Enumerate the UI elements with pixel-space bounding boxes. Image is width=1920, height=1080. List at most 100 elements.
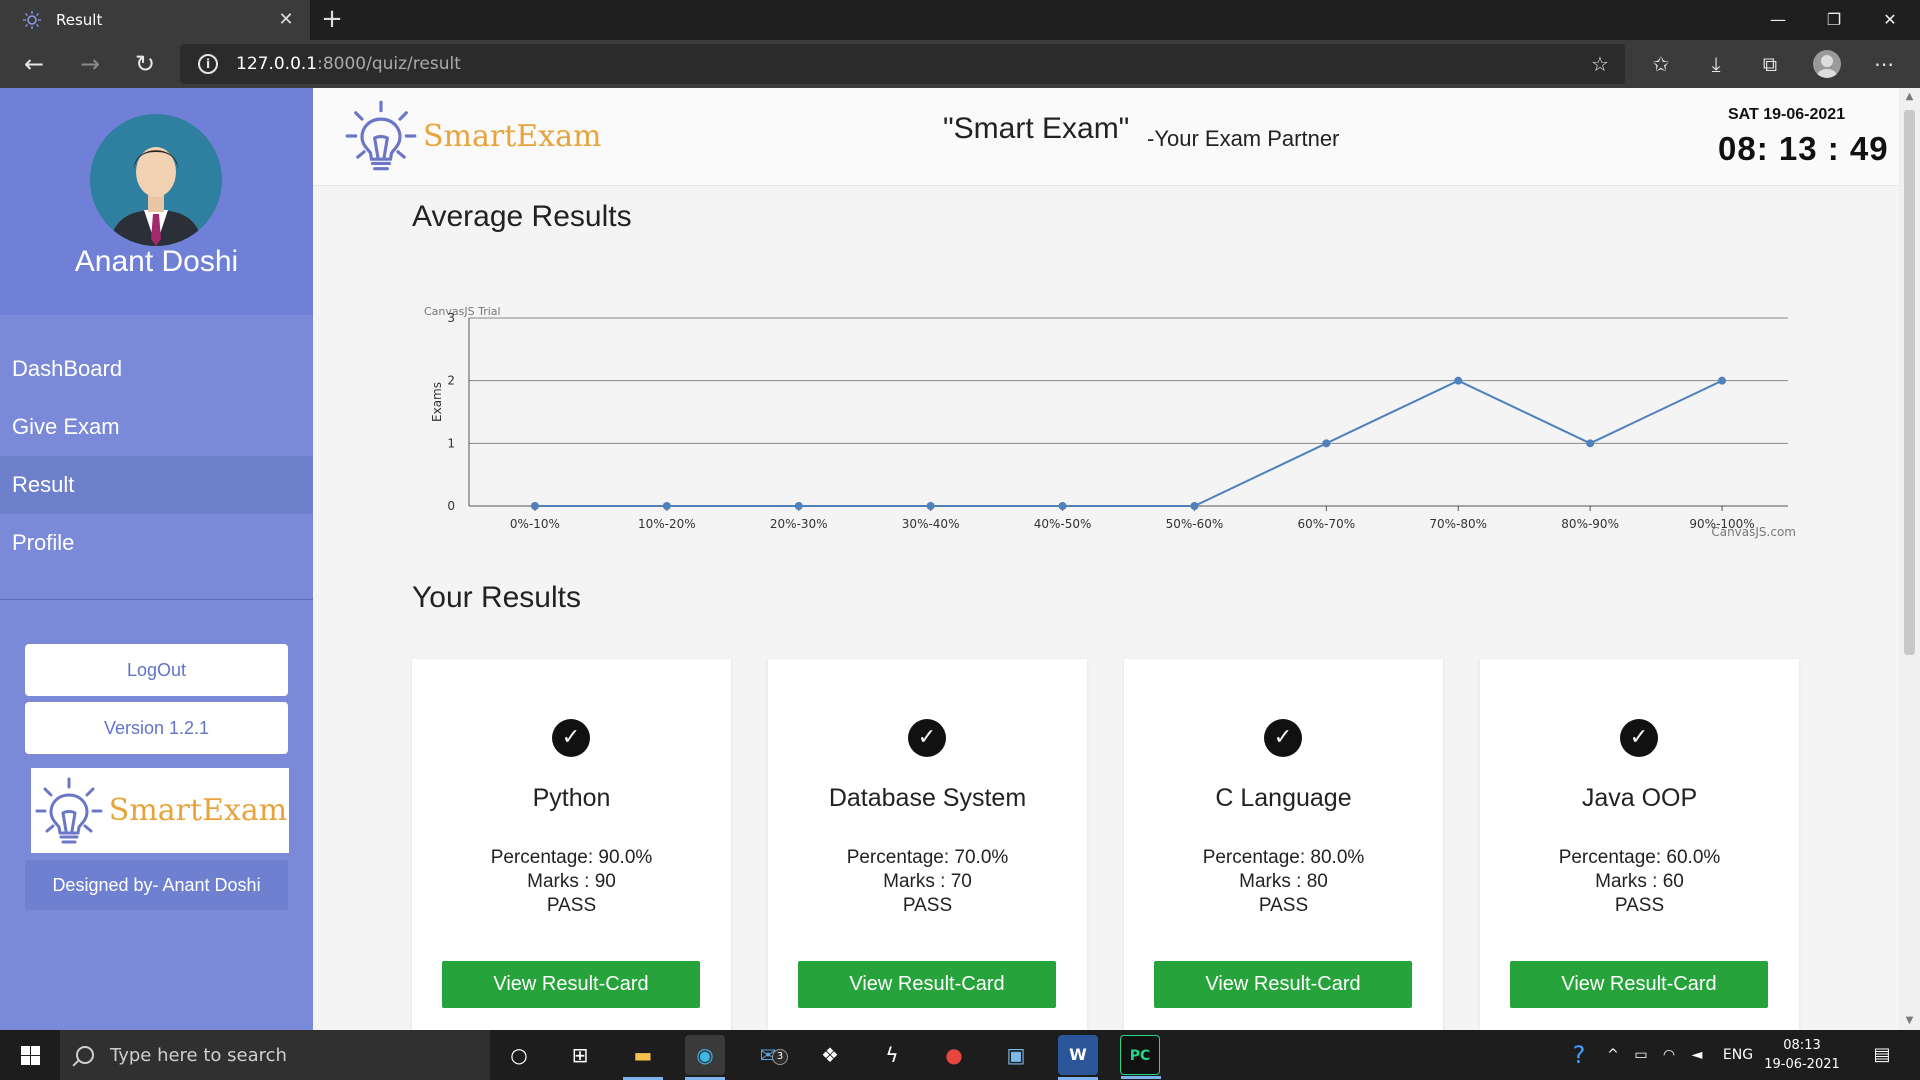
page-scrollbar[interactable]: ▲ ▼ bbox=[1899, 88, 1920, 1030]
app-bolt-icon[interactable]: ϟ bbox=[872, 1035, 912, 1075]
browser-tab-strip: Result ✕ + — ❐ ✕ bbox=[0, 0, 1920, 40]
forward-icon[interactable]: → bbox=[74, 48, 106, 80]
average-results-heading: Average Results bbox=[412, 200, 632, 233]
average-results-chart: CanvasJS Trial 0 1 2 3 Exams 0%-10% 10%-20% 20%-… bbox=[408, 273, 1828, 563]
card-status: PASS bbox=[902, 895, 953, 916]
y-tick-label: 3 bbox=[447, 311, 455, 325]
wifi-icon[interactable]: ◠ bbox=[1656, 1030, 1682, 1080]
x-tick-label: 80%-90% bbox=[1561, 517, 1619, 531]
user-avatar-icon bbox=[90, 114, 222, 246]
sidebar: Anant Doshi DashBoard Give Exam Result P… bbox=[0, 88, 313, 1030]
edge-browser-icon[interactable]: ◉ bbox=[685, 1035, 725, 1080]
result-cards: ✓ Python Percentage: 90.0% Marks : 90 PA… bbox=[412, 659, 1802, 1030]
view-result-card-button[interactable]: View Result-Card bbox=[1510, 961, 1768, 1008]
sidebar-item-dashboard[interactable]: DashBoard bbox=[0, 340, 313, 398]
bulb-favicon-icon bbox=[23, 11, 41, 29]
browser-tab-result[interactable]: Result ✕ bbox=[0, 0, 310, 40]
card-subject: Database System bbox=[828, 784, 1027, 812]
x-tick-label: 60%-70% bbox=[1298, 517, 1356, 531]
close-window-icon[interactable]: ✕ bbox=[1862, 0, 1918, 40]
windows-start-icon[interactable] bbox=[0, 1030, 60, 1080]
minimize-icon[interactable]: — bbox=[1750, 0, 1806, 40]
x-tick-label: 20%-30% bbox=[770, 517, 828, 531]
add-favorite-icon[interactable]: ☆ bbox=[1584, 48, 1616, 80]
url-path: :8000/quiz/result bbox=[317, 54, 461, 74]
scroll-up-icon[interactable]: ▲ bbox=[1899, 88, 1920, 106]
x-tick-label: 10%-20% bbox=[638, 517, 696, 531]
user-avatar bbox=[90, 114, 222, 246]
tray-chevron-icon[interactable]: ^ bbox=[1600, 1030, 1626, 1080]
header-logo[interactable]: SmartExam bbox=[343, 96, 601, 176]
back-icon[interactable]: ← bbox=[18, 48, 50, 80]
mail-icon[interactable]: ✉ 3 bbox=[748, 1035, 788, 1075]
view-result-card-button[interactable]: View Result-Card bbox=[442, 961, 700, 1008]
sidebar-item-give-exam[interactable]: Give Exam bbox=[0, 398, 313, 456]
sidebar-item-result[interactable]: Result bbox=[0, 456, 313, 514]
check-icon: ✓ bbox=[1620, 719, 1658, 757]
scroll-down-icon[interactable]: ▼ bbox=[1899, 1012, 1920, 1030]
profile-avatar-icon[interactable] bbox=[1813, 50, 1841, 78]
close-tab-icon[interactable]: ✕ bbox=[276, 10, 296, 30]
data-point bbox=[794, 502, 803, 510]
result-card: ✓ Java OOP Percentage: 60.0% Marks : 60 … bbox=[1480, 659, 1799, 1030]
reload-icon[interactable]: ↻ bbox=[129, 48, 161, 80]
taskbar-date: 19-06-2021 bbox=[1764, 1057, 1840, 1072]
y-axis-label: Exams bbox=[430, 382, 444, 422]
y-tick-label: 2 bbox=[447, 374, 455, 388]
search-icon bbox=[76, 1046, 94, 1064]
file-explorer-icon[interactable]: ▬ bbox=[623, 1035, 663, 1080]
card-percentage: Percentage: 60.0% bbox=[1558, 847, 1721, 868]
address-bar-row: ← → ↻ i 127.0.0.1:8000/quiz/result ☆ ✩ ⤓… bbox=[0, 40, 1920, 88]
pycharm-icon[interactable]: PC bbox=[1120, 1035, 1161, 1079]
info-icon[interactable]: i bbox=[198, 54, 218, 74]
card-percentage: Percentage: 90.0% bbox=[490, 847, 653, 868]
card-marks: Marks : 80 bbox=[1239, 871, 1328, 892]
result-card: ✓ Python Percentage: 90.0% Marks : 90 PA… bbox=[412, 659, 731, 1030]
data-point bbox=[1718, 376, 1727, 385]
view-result-card-button[interactable]: View Result-Card bbox=[1154, 961, 1412, 1008]
logout-button[interactable]: LogOut bbox=[25, 644, 288, 696]
chrome-icon[interactable]: ● bbox=[934, 1035, 974, 1075]
restore-icon[interactable]: ❐ bbox=[1806, 0, 1862, 40]
taskbar-clock[interactable]: 08:13 19-06-2021 bbox=[1762, 1036, 1842, 1074]
scroll-thumb[interactable] bbox=[1904, 110, 1915, 655]
your-results-heading: Your Results bbox=[412, 581, 581, 614]
collections-icon[interactable]: ⧉ bbox=[1754, 48, 1786, 80]
result-card: ✓ Database System Percentage: 70.0% Mark… bbox=[768, 659, 1087, 1030]
card-status: PASS bbox=[546, 895, 597, 916]
sidebar-logo-text: SmartExam bbox=[108, 793, 288, 828]
notifications-icon[interactable]: ▤ bbox=[1864, 1030, 1900, 1080]
page-title: "Smart Exam" bbox=[943, 112, 1130, 145]
data-point bbox=[530, 502, 539, 510]
volume-icon[interactable]: ◄ bbox=[1684, 1030, 1710, 1080]
dropbox-icon[interactable]: ❖ bbox=[810, 1035, 850, 1075]
header-logo-text: SmartExam bbox=[423, 118, 602, 154]
card-percentage: Percentage: 70.0% bbox=[846, 847, 1009, 868]
cortana-icon[interactable]: ○ bbox=[499, 1035, 539, 1075]
data-point bbox=[1190, 502, 1199, 510]
word-icon[interactable]: W bbox=[1058, 1035, 1098, 1080]
language-indicator[interactable]: ENG bbox=[1718, 1030, 1758, 1080]
taskbar-search-input[interactable]: Type here to search bbox=[60, 1030, 490, 1080]
check-icon: ✓ bbox=[908, 719, 946, 757]
download-icon[interactable]: ⤓ bbox=[1700, 48, 1732, 80]
card-status: PASS bbox=[1614, 895, 1665, 916]
windows-taskbar: Type here to search ○ ⊞ ▬ ◉ ✉ 3 ❖ ϟ ● ▣ W… bbox=[0, 1030, 1920, 1080]
x-tick-label: 30%-40% bbox=[902, 517, 960, 531]
chart-watermark-bottom: CanvasJS.com bbox=[1711, 525, 1796, 539]
battery-icon[interactable]: ▭ bbox=[1628, 1030, 1654, 1080]
more-menu-icon[interactable]: ⋯ bbox=[1868, 48, 1900, 80]
help-icon[interactable]: ? bbox=[1562, 1030, 1596, 1080]
task-view-icon[interactable]: ⊞ bbox=[560, 1035, 600, 1075]
new-tab-icon[interactable]: + bbox=[318, 6, 346, 34]
url-field[interactable]: i 127.0.0.1:8000/quiz/result bbox=[180, 44, 1625, 84]
version-button[interactable]: Version 1.2.1 bbox=[25, 702, 288, 754]
sidebar-item-profile[interactable]: Profile bbox=[0, 514, 313, 572]
remote-desktop-icon[interactable]: ▣ bbox=[996, 1035, 1036, 1075]
main-content: SmartExam "Smart Exam" -Your Exam Partne… bbox=[313, 88, 1899, 1030]
x-tick-label: 50%-60% bbox=[1166, 517, 1224, 531]
favorites-icon[interactable]: ✩ bbox=[1645, 48, 1677, 80]
view-result-card-button[interactable]: View Result-Card bbox=[798, 961, 1056, 1008]
card-subject: Python bbox=[532, 784, 611, 812]
x-tick-label: 0%-10% bbox=[510, 517, 560, 531]
